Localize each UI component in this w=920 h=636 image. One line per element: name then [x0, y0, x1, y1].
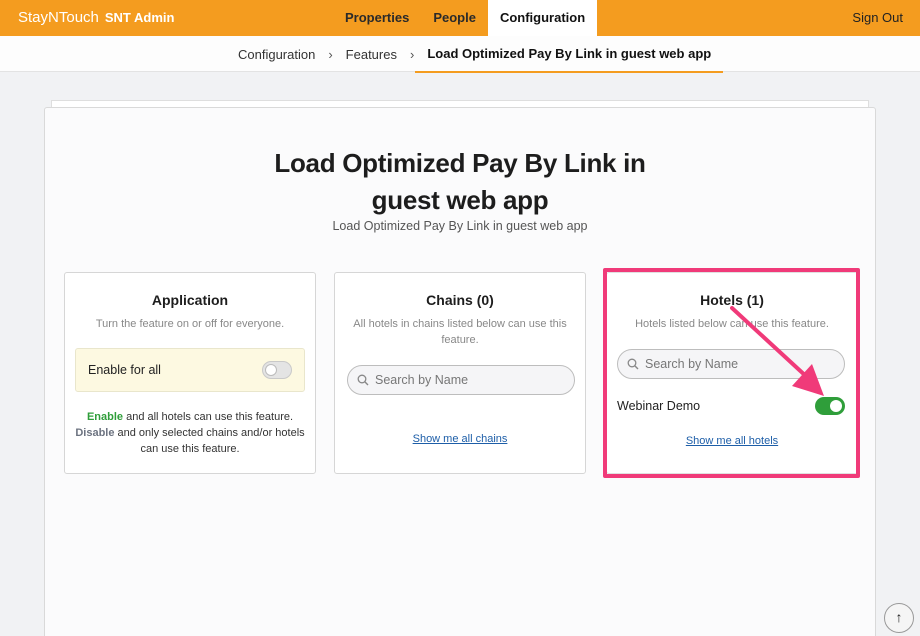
- arrow-up-icon: ↑: [895, 609, 903, 625]
- chains-search-placeholder: Search by Name: [375, 373, 469, 387]
- nav-tab-configuration[interactable]: Configuration: [487, 0, 598, 36]
- breadcrumb: Configuration › Features › Load Optimize…: [238, 36, 724, 73]
- page-title: Load Optimized Pay By Link in guest web …: [0, 145, 920, 219]
- breadcrumb-features[interactable]: Features: [346, 47, 397, 62]
- note-enable-word: Enable: [86, 411, 124, 423]
- page-title-line-2: guest web app: [371, 185, 549, 215]
- top-navbar: StayNTouch SNT Admin Properties People Co…: [0, 0, 920, 36]
- enable-for-all-label: Enable for all: [88, 363, 161, 377]
- brand-name: StayNTouch: [18, 9, 99, 26]
- scroll-to-top-button[interactable]: ↑: [884, 603, 914, 633]
- application-card: Application Turn the feature on or off f…: [64, 272, 316, 474]
- enable-for-all-row: Enable for all: [75, 348, 305, 392]
- chains-title: Chains (0): [426, 292, 494, 308]
- search-icon: [357, 374, 369, 386]
- application-note: Enable and all hotels can use this featu…: [75, 409, 305, 457]
- breadcrumb-current: Load Optimized Pay By Link in guest web …: [415, 36, 724, 73]
- application-description: Turn the feature on or off for everyone.: [95, 318, 285, 330]
- brand-logo[interactable]: StayNTouch SNT Admin: [18, 0, 174, 36]
- chains-description: All hotels in chains listed below can us…: [353, 318, 567, 346]
- brand-suffix: SNT Admin: [104, 10, 175, 25]
- page-subtitle: Load Optimized Pay By Link in guest web …: [332, 219, 588, 233]
- chains-search-input[interactable]: Search by Name: [347, 365, 575, 395]
- annotation-arrow: [730, 306, 824, 396]
- nav-tab-people[interactable]: People: [421, 0, 488, 36]
- enable-for-all-toggle[interactable]: [262, 361, 292, 379]
- show-all-chains-link[interactable]: Show me all chains: [335, 433, 585, 445]
- chains-card: Chains (0) All hotels in chains listed b…: [334, 272, 586, 474]
- sign-out-link[interactable]: Sign Out: [852, 0, 903, 36]
- main-nav: Properties People Configuration: [333, 0, 598, 36]
- nav-tab-properties[interactable]: Properties: [333, 0, 421, 36]
- toggle-knob: [265, 364, 277, 376]
- note-disable-text: and only selected chains and/or hotels c…: [114, 427, 305, 455]
- breadcrumb-separator: ›: [409, 46, 415, 62]
- breadcrumb-configuration[interactable]: Configuration: [238, 47, 315, 62]
- breadcrumb-separator: ›: [328, 46, 333, 62]
- application-title: Application: [151, 292, 229, 308]
- breadcrumb-bar: Configuration › Features › Load Optimize…: [0, 36, 920, 73]
- page-title-line-1: Load Optimized Pay By Link in: [274, 148, 646, 178]
- note-disable-word: Disable: [75, 427, 115, 439]
- note-enable-text: and all hotels can use this feature.: [123, 411, 294, 423]
